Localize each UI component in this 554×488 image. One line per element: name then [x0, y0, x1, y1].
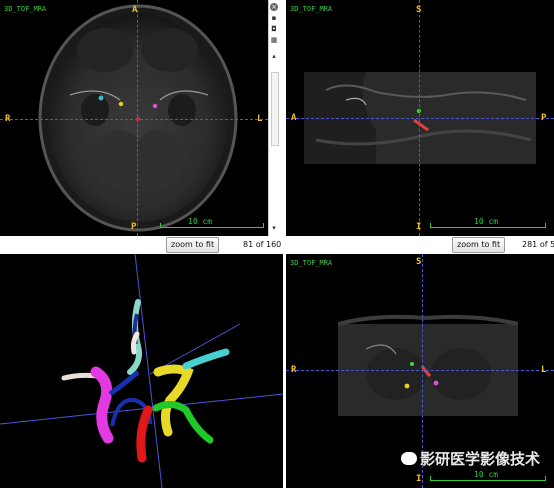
close-icon[interactable]: ×	[270, 3, 278, 11]
orientation-right: L	[257, 114, 263, 124]
series-label: 3D_TOF_MRA	[290, 5, 333, 13]
orientation-top: S	[416, 257, 422, 267]
crosshair-horizontal	[0, 119, 278, 120]
crosshair-horizontal	[286, 370, 554, 371]
crosshair-vertical	[419, 0, 420, 236]
crosshair-vertical	[137, 0, 138, 236]
wechat-logo-icon	[401, 452, 417, 465]
watermark-text: 影研医学影像技术	[420, 450, 541, 468]
sagittal-view[interactable]: 3D_TOF_MRA S I A P 10 cm	[286, 0, 554, 236]
series-label: 3D_TOF_MRA	[290, 259, 333, 267]
camera-icon[interactable]: ▪	[270, 14, 278, 22]
scale-bar	[430, 223, 546, 228]
scroll-up-icon[interactable]: ▴	[270, 52, 278, 60]
orientation-left: A	[291, 113, 297, 123]
series-label: 3D_TOF_MRA	[4, 5, 47, 13]
zoom-to-fit-button[interactable]: zoom to fit	[452, 237, 506, 253]
slice-counter: 81 of 160	[243, 240, 282, 249]
axial-toolbar: zoom to fit 81 of 160	[0, 236, 283, 254]
lock-icon[interactable]: ◘	[270, 25, 278, 33]
orientation-left: R	[291, 365, 297, 375]
crosshair-horizontal	[286, 118, 554, 119]
axial-image	[38, 4, 238, 232]
orientation-left: R	[5, 114, 11, 124]
orientation-bottom: I	[416, 474, 422, 484]
sagittal-toolbar: zoom to fit 281 of 5	[286, 236, 554, 254]
orientation-bottom: P	[131, 222, 137, 232]
zoom-to-fit-button[interactable]: zoom to fit	[166, 237, 220, 253]
scale-label: 10 cm	[474, 470, 499, 479]
slice-counter: 281 of 5	[522, 240, 554, 249]
vessel-3d-render	[0, 254, 283, 488]
scroll-down-icon[interactable]: ▾	[270, 224, 278, 232]
viewer-scrollbar[interactable]: × ▪ ◘ ▦ ▴ ▾	[268, 0, 279, 236]
scale-label: 10 cm	[188, 217, 213, 226]
orientation-top: A	[132, 5, 138, 15]
scrollbar-thumb[interactable]	[271, 72, 279, 146]
orientation-top: S	[416, 5, 422, 15]
scale-bar	[430, 476, 546, 481]
orientation-right: L	[541, 365, 547, 375]
3d-render-view[interactable]	[0, 254, 283, 488]
grid-icon[interactable]: ▦	[270, 36, 278, 44]
axial-view[interactable]: 3D_TOF_MRA A P R L 10 cm	[0, 0, 278, 236]
scale-bar	[160, 223, 264, 228]
orientation-bottom: I	[416, 222, 422, 232]
scale-label: 10 cm	[474, 217, 499, 226]
orientation-right: P	[541, 113, 547, 123]
